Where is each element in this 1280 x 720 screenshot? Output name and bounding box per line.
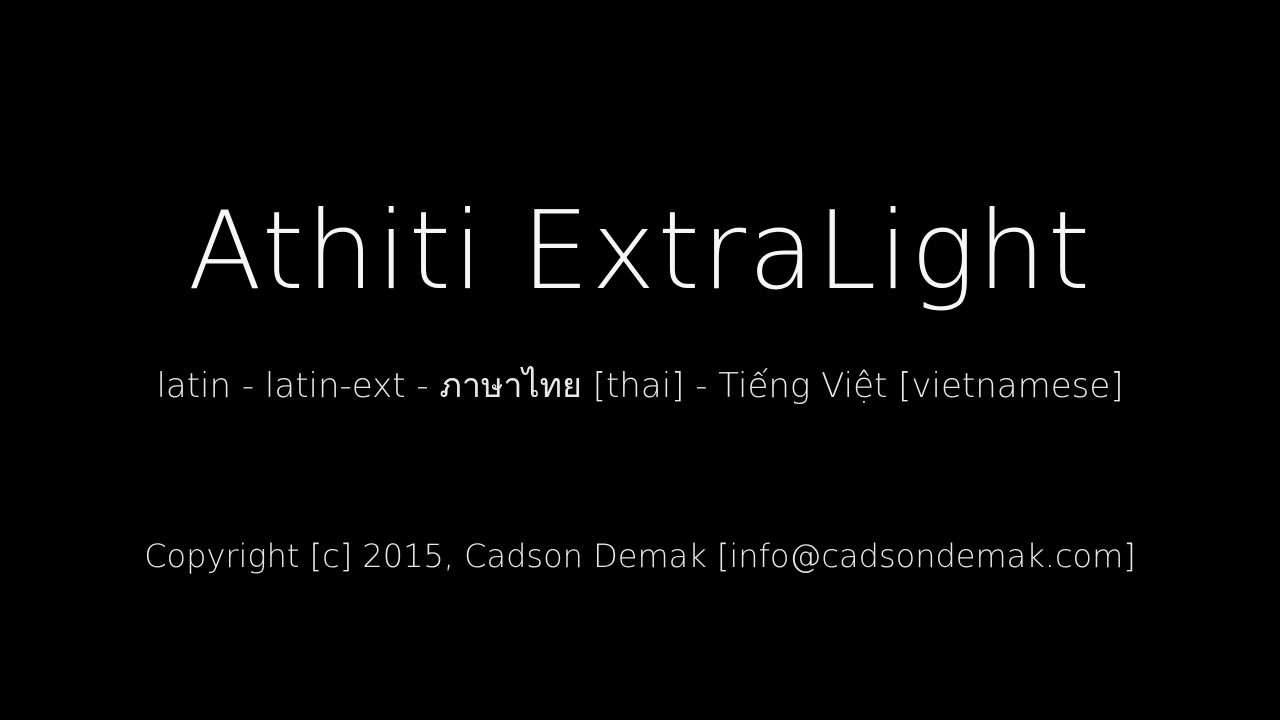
copyright-notice: Copyright [c] 2015, Cadson Demak [info@c… [144, 537, 1136, 575]
supported-scripts-line: latin - latin-ext - ภาษาไทย [thai] - Tiế… [156, 366, 1124, 406]
font-name-title: Athiti ExtraLight [187, 189, 1093, 314]
